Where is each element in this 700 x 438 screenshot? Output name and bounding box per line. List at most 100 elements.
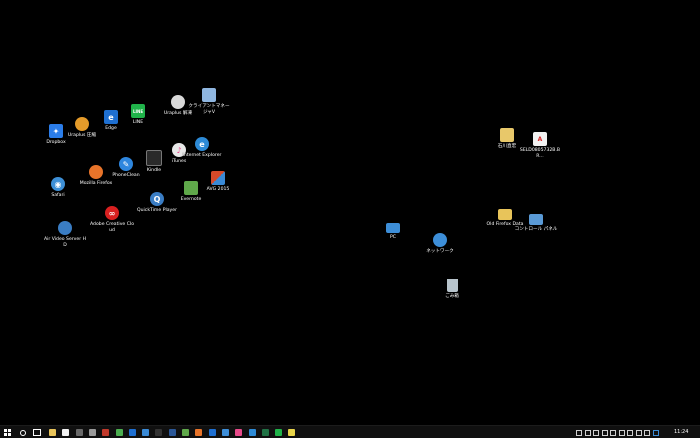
icon-label: Uraplus 圧縮	[67, 133, 97, 138]
search-button[interactable]	[18, 428, 27, 437]
desktop-icon-this-pc[interactable]: PC	[371, 223, 415, 241]
icon-label: SELD0805732B.BR...	[519, 148, 561, 159]
icon-label: Safari	[51, 193, 65, 198]
security-icon	[652, 429, 659, 436]
desktop-icon-avg[interactable]: AVG 2015	[196, 171, 240, 193]
taskbar-app-excel[interactable]	[261, 428, 270, 437]
itunes-icon	[235, 429, 243, 436]
icon-label: Dropbox	[46, 140, 66, 145]
line-icon: LINE	[131, 104, 145, 118]
desktop-icon-network[interactable]: ネットワーク	[418, 233, 462, 255]
tray-dropbox-tray[interactable]	[584, 429, 591, 436]
firefox-icon	[195, 429, 203, 436]
desktop-icon-quicktime[interactable]: Q QuickTime Player	[135, 192, 179, 214]
taskbar-app-settings[interactable]	[88, 428, 97, 437]
taskbar-clock[interactable]: 11:24	[674, 429, 688, 436]
desktop-icon-pdf-file[interactable]: A SELD0805732B.BR...	[518, 132, 562, 159]
control-panel-icon	[529, 214, 543, 225]
icon-label: Kindle	[146, 168, 162, 173]
outlook-icon	[128, 429, 136, 436]
firefox-icon	[89, 165, 103, 179]
icon-label: クライアントマネージャV	[188, 104, 230, 115]
evernote-icon	[182, 429, 189, 436]
windows-start-icon	[4, 429, 11, 436]
air-video-server-icon	[58, 221, 72, 235]
calculator-icon	[75, 429, 83, 436]
excel-icon	[261, 429, 269, 436]
taskbar-app-chrome[interactable]	[115, 428, 124, 437]
app-red-icon	[102, 429, 110, 436]
tray-ime[interactable]	[644, 429, 650, 436]
icon-label: Air Video Server HD	[43, 237, 87, 248]
store-icon	[62, 429, 70, 436]
taskbar-app-file-explorer[interactable]	[48, 428, 57, 437]
taskbar-app-word[interactable]	[168, 428, 177, 437]
icon-label: AVG 2015	[206, 187, 230, 192]
desktop-icon-client-manager[interactable]: クライアントマネージャV	[187, 88, 231, 115]
icon-label: 石川直宏	[497, 144, 517, 149]
settings-icon	[88, 429, 96, 436]
task-view-button[interactable]	[32, 428, 41, 437]
icon-label: Mozilla Firefox	[79, 181, 113, 186]
avg-icon	[211, 171, 225, 185]
user-folder-icon	[500, 128, 514, 142]
desktop[interactable]: ✦ Dropbox Uraplus 圧縮 e Edge LINE LINE Ur…	[0, 0, 700, 425]
recycle-bin-icon	[446, 279, 458, 292]
tray-keyboard[interactable]	[627, 429, 633, 436]
tray-chevron-up[interactable]	[576, 429, 582, 436]
tray-notification[interactable]	[635, 429, 642, 436]
start-button[interactable]	[3, 428, 12, 437]
desktop-icon-line[interactable]: LINE LINE	[116, 104, 160, 126]
taskbar-app-store[interactable]	[61, 428, 70, 437]
quicktime-icon: Q	[150, 192, 164, 206]
icon-label: コントロール パネル	[514, 227, 558, 232]
taskbar-app-app-blue[interactable]	[221, 428, 230, 437]
desktop-icon-control-panel[interactable]: コントロール パネル	[514, 214, 558, 233]
chevron-up-icon	[576, 429, 582, 436]
icon-label: Edge	[105, 126, 117, 131]
taskbar-app-app-red[interactable]	[101, 428, 110, 437]
icon-label: Adobe Creative Cloud	[90, 222, 135, 233]
network-icon	[433, 233, 447, 247]
taskbar-app-notes[interactable]	[287, 428, 296, 437]
desktop-icon-adobe-creative-cloud[interactable]: ∞ Adobe Creative Cloud	[90, 206, 134, 233]
tray-network-tray[interactable]	[601, 429, 608, 436]
taskbar-app-calculator[interactable]	[75, 428, 84, 437]
tray-power[interactable]	[610, 429, 616, 436]
icon-label: Internet Explorer	[182, 153, 222, 158]
tray-volume[interactable]	[618, 429, 625, 436]
taskbar-app-edge[interactable]	[208, 428, 217, 437]
taskbar-app-photos[interactable]	[248, 428, 257, 437]
edge-icon	[208, 429, 216, 436]
uraplus-compress-icon	[75, 117, 89, 131]
icon-label: Evernote	[180, 197, 202, 202]
file-explorer-icon	[49, 429, 56, 436]
notification-icon	[635, 429, 642, 436]
tray-security[interactable]	[652, 429, 659, 436]
taskbar-app-evernote[interactable]	[181, 428, 190, 437]
taskbar-app-mail[interactable]	[141, 428, 150, 437]
task-view-icon	[32, 429, 41, 436]
safari-icon: ◉	[51, 177, 65, 191]
network-tray-icon	[601, 429, 608, 436]
desktop-icon-air-video-server[interactable]: Air Video Server HD	[43, 221, 87, 248]
app-blue-icon	[221, 429, 229, 436]
taskbar-app-terminal[interactable]	[154, 428, 163, 437]
desktop-icon-internet-explorer[interactable]: e Internet Explorer	[180, 137, 224, 159]
taskbar-app-outlook[interactable]	[128, 428, 137, 437]
volume-icon	[618, 429, 625, 436]
icon-label: PC	[390, 235, 396, 240]
power-icon	[610, 429, 616, 436]
tray-onedrive[interactable]	[593, 429, 599, 436]
taskbar-app-itunes[interactable]	[234, 428, 243, 437]
adobe-creative-cloud-icon: ∞	[105, 206, 119, 220]
search-icon	[19, 429, 26, 436]
icon-label: ネットワーク	[426, 249, 454, 254]
taskbar-app-firefox[interactable]	[194, 428, 203, 437]
icon-label: QuickTime Player	[137, 208, 177, 213]
icon-label: ごみ箱	[445, 294, 459, 299]
taskbar-app-line[interactable]	[274, 428, 283, 437]
desktop-icon-recycle-bin[interactable]: ごみ箱	[430, 279, 474, 300]
internet-explorer-icon: e	[195, 137, 209, 151]
client-manager-icon	[202, 88, 216, 102]
